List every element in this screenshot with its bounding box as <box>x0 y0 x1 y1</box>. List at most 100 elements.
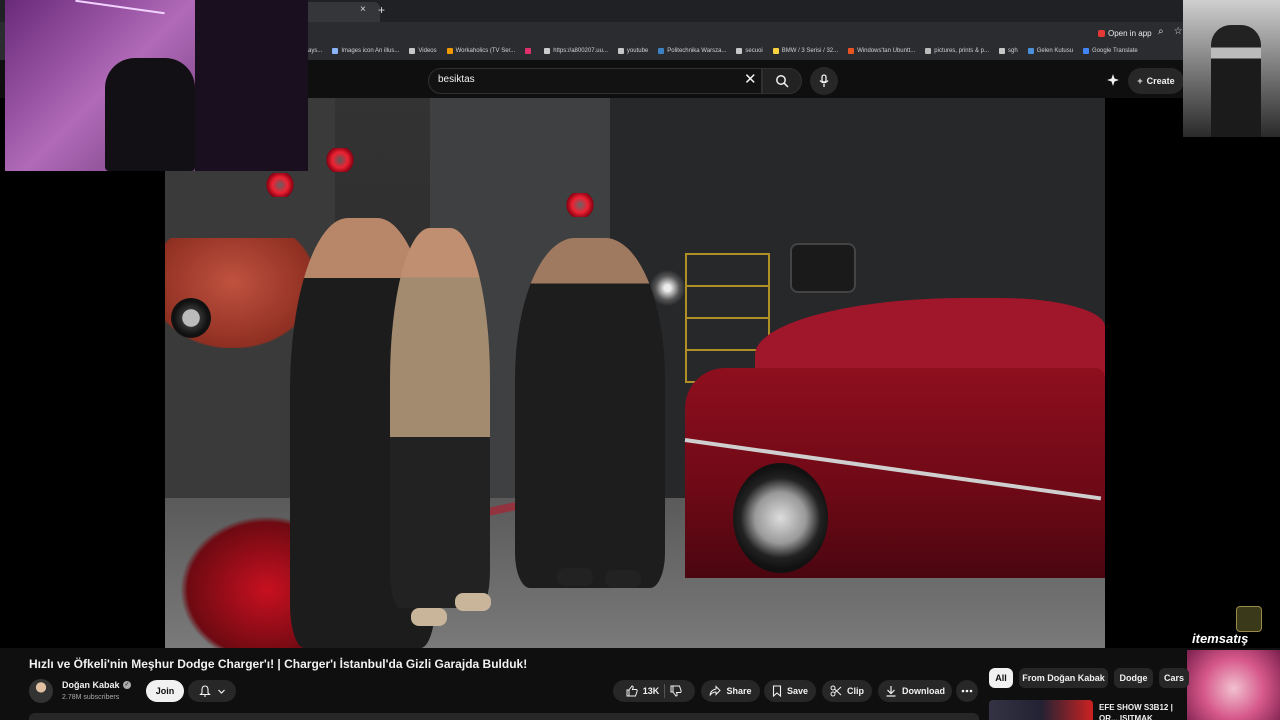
bookmark-icon <box>848 48 855 54</box>
bookmark-item[interactable]: secuoi <box>736 48 763 54</box>
scissors-icon <box>830 685 842 697</box>
open-in-app-label: Open in app <box>1108 28 1152 38</box>
sponsor-watermark: itemsatış <box>1192 631 1249 646</box>
bookmark-item[interactable]: sgh <box>999 48 1018 54</box>
red-lamp <box>265 173 295 197</box>
youtube-app-icon <box>1098 29 1105 37</box>
save-button[interactable]: Save <box>764 680 816 702</box>
pin-icon <box>925 48 932 54</box>
clip-button[interactable]: Clip <box>822 680 872 702</box>
folder-icon <box>999 48 1005 54</box>
share-button[interactable]: Share <box>701 680 760 702</box>
wall-car-wheel <box>171 298 211 338</box>
verified-icon: ✓ <box>123 681 131 689</box>
wall-plaque <box>790 243 856 293</box>
notifications-button[interactable] <box>188 680 236 702</box>
bookmark-item[interactable]: Google Translate <box>1083 48 1138 54</box>
bookmark-icon <box>446 48 453 54</box>
dislike-icon[interactable] <box>670 685 682 697</box>
share-label: Share <box>726 686 752 696</box>
bookmark-icon <box>544 48 551 54</box>
red-lamp <box>325 148 355 172</box>
recommendation-thumbnail[interactable] <box>989 700 1093 720</box>
bookmark-item[interactable] <box>525 48 534 54</box>
star-icon[interactable]: ☆ <box>1174 26 1183 37</box>
more-actions-button[interactable] <box>956 680 978 702</box>
sneaker <box>557 568 593 586</box>
subscriber-count: 2.78M subscribers <box>62 694 120 701</box>
open-in-app-button[interactable]: Open in app <box>1098 27 1152 39</box>
create-button[interactable]: + Create <box>1128 68 1184 94</box>
tab-close-icon[interactable]: × <box>360 4 366 15</box>
bookmark-item[interactable]: youtube <box>617 48 648 54</box>
save-label: Save <box>786 686 809 696</box>
bookmark-icon <box>772 48 779 54</box>
folder-icon <box>617 48 624 54</box>
bookmark-item[interactable]: Workaholics (TV Ser... <box>446 48 515 54</box>
person <box>515 238 665 588</box>
like-icon[interactable] <box>626 685 638 697</box>
channel-name[interactable]: Doğan Kabak <box>62 680 120 690</box>
chip-cars[interactable]: Cars <box>1159 668 1189 688</box>
microphone-icon <box>819 74 829 87</box>
bookmark-icon <box>772 685 782 697</box>
bookmark-item[interactable]: pictures, prints & p... <box>925 48 989 54</box>
new-tab-icon[interactable]: + <box>378 3 385 17</box>
sneaker <box>411 608 447 626</box>
portrait-overlay <box>1183 0 1280 137</box>
chip-from-channel[interactable]: From Doğan Kabak <box>1019 668 1108 688</box>
bookmark-item[interactable]: ays... <box>308 48 322 54</box>
search-icon[interactable]: ⌕ <box>1158 26 1164 37</box>
bell-icon <box>198 685 211 697</box>
search-input[interactable] <box>428 68 762 94</box>
translate-icon <box>1083 48 1090 54</box>
description-box[interactable] <box>29 713 979 720</box>
sneaker <box>455 593 491 611</box>
bookmark-item[interactable]: Windows'tan Ubuntt... <box>848 48 915 54</box>
recommendation-title[interactable]: EFE SHOW S3B12 | OR... ISITMAK <box>1099 702 1187 720</box>
bookmark-item[interactable]: https://a800207.uu... <box>544 48 608 54</box>
folder-icon <box>409 48 416 54</box>
join-button[interactable]: Join <box>146 680 184 702</box>
search-icon <box>776 75 789 88</box>
voice-search-button[interactable] <box>810 67 838 95</box>
car-wheel <box>733 463 828 573</box>
plus-icon: + <box>1137 76 1143 86</box>
bookmark-icon <box>332 48 339 54</box>
divider <box>664 684 666 698</box>
instagram-icon <box>525 48 532 54</box>
bookmark-item[interactable]: Images icon An illus... <box>332 48 399 54</box>
portrait-figure <box>1211 25 1261 137</box>
chip-all[interactable]: All <box>989 668 1013 688</box>
download-label: Download <box>902 686 945 696</box>
bookmark-item[interactable]: BMW / 3 Serisi / 32... <box>772 48 838 54</box>
share-icon <box>709 685 722 696</box>
active-tab[interactable] <box>300 2 380 22</box>
webcam-door <box>195 0 308 171</box>
gaming-chair <box>105 58 195 171</box>
search-button[interactable] <box>762 68 802 94</box>
video-title: Hızlı ve Öfkeli'nin Meşhur Dodge Charger… <box>29 657 528 671</box>
video-frame <box>165 98 1105 648</box>
ai-sparkle-icon[interactable] <box>1106 73 1120 87</box>
video-player[interactable] <box>0 98 1280 648</box>
person <box>390 228 490 608</box>
chip-dodge[interactable]: Dodge <box>1114 668 1153 688</box>
address-bar-icons: ⌕ ☆ <box>1158 26 1183 37</box>
bookmark-item[interactable]: Politechnika Warsza... <box>658 48 726 54</box>
like-count[interactable]: 13K <box>643 686 660 696</box>
download-icon <box>886 686 896 697</box>
red-lamp <box>565 193 595 217</box>
sneaker <box>605 570 641 588</box>
sponsor-logo <box>1236 606 1262 632</box>
webcam-overlay <box>5 0 308 171</box>
download-button[interactable]: Download <box>878 680 952 702</box>
create-label: Create <box>1146 76 1175 86</box>
channel-avatar[interactable] <box>29 679 53 703</box>
led-light <box>75 0 165 15</box>
clear-search-icon[interactable]: ✕ <box>744 70 757 88</box>
cat-overlay <box>1187 650 1280 720</box>
bookmark-item[interactable]: Gelen Kutusu <box>1027 48 1073 54</box>
bookmark-item[interactable]: Videos <box>409 48 437 54</box>
search-query[interactable]: besiktas <box>438 74 475 85</box>
